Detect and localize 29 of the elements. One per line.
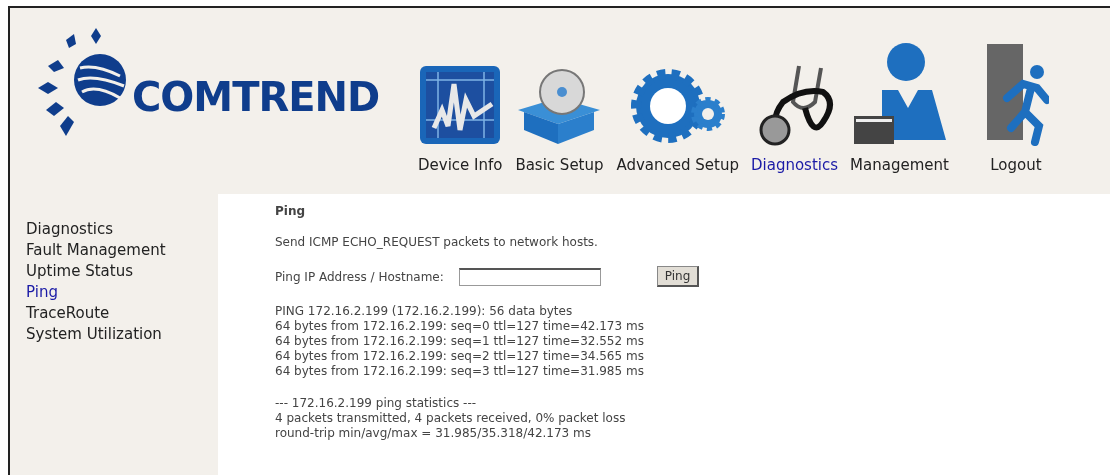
sidebar-link[interactable]: Uptime Status (26, 262, 218, 280)
nav-tab[interactable]: Device Info (416, 64, 505, 174)
output-line: 4 packets transmitted, 4 packets received, 0% packet loss (275, 411, 627, 426)
field-label: Ping IP Address / Hostname: (275, 269, 444, 284)
sidebar-link[interactable]: Ping (26, 283, 218, 301)
output-line: round-trip min/avg/max = 31.985/35.318/42.173 ms (275, 426, 592, 441)
ping-button[interactable]: Ping (656, 266, 700, 287)
hostname-field[interactable] (458, 267, 601, 286)
output-line: 64 bytes from 172.16.2.199: seq=3 ttl=127 time=31.985 ms (275, 364, 645, 379)
nav-tab[interactable]: Logout (980, 42, 1051, 174)
output-line: PING 172.16.2.199 (172.16.2.199): 56 data bytes (275, 304, 574, 319)
output-line: --- 172.16.2.199 ping statistics --- (275, 396, 478, 411)
sidebar-link[interactable]: TraceRoute (26, 304, 218, 322)
heartbeat-chart-icon (418, 64, 503, 146)
output-line: 64 bytes from 172.16.2.199: seq=0 ttl=127 time=42.173 ms (275, 319, 645, 334)
nav-tab[interactable]: Management (848, 42, 951, 174)
page-title: Ping (275, 204, 307, 218)
sun-globe-icon (36, 28, 128, 136)
sidebar-link[interactable]: System Utilization (26, 325, 218, 343)
person-folder-icon (852, 42, 947, 146)
page-description: Send ICMP ECHO_REQUEST packets to network hosts. (275, 235, 599, 249)
sidebar-link[interactable]: Diagnostics (26, 220, 218, 238)
sidebar-link[interactable]: Fault Management (26, 241, 218, 259)
nav-tab[interactable]: Basic Setup (512, 64, 607, 174)
output-line: 64 bytes from 172.16.2.199: seq=2 ttl=127 time=34.565 ms (275, 349, 645, 364)
output-line: 64 bytes from 172.16.2.199: seq=1 ttl=127 time=32.552 ms (275, 334, 645, 349)
nav-tab[interactable]: Advanced Setup (614, 64, 741, 174)
nav-tab[interactable]: Diagnostics (749, 62, 841, 174)
brand-logo-text: COMTREND (132, 74, 380, 120)
